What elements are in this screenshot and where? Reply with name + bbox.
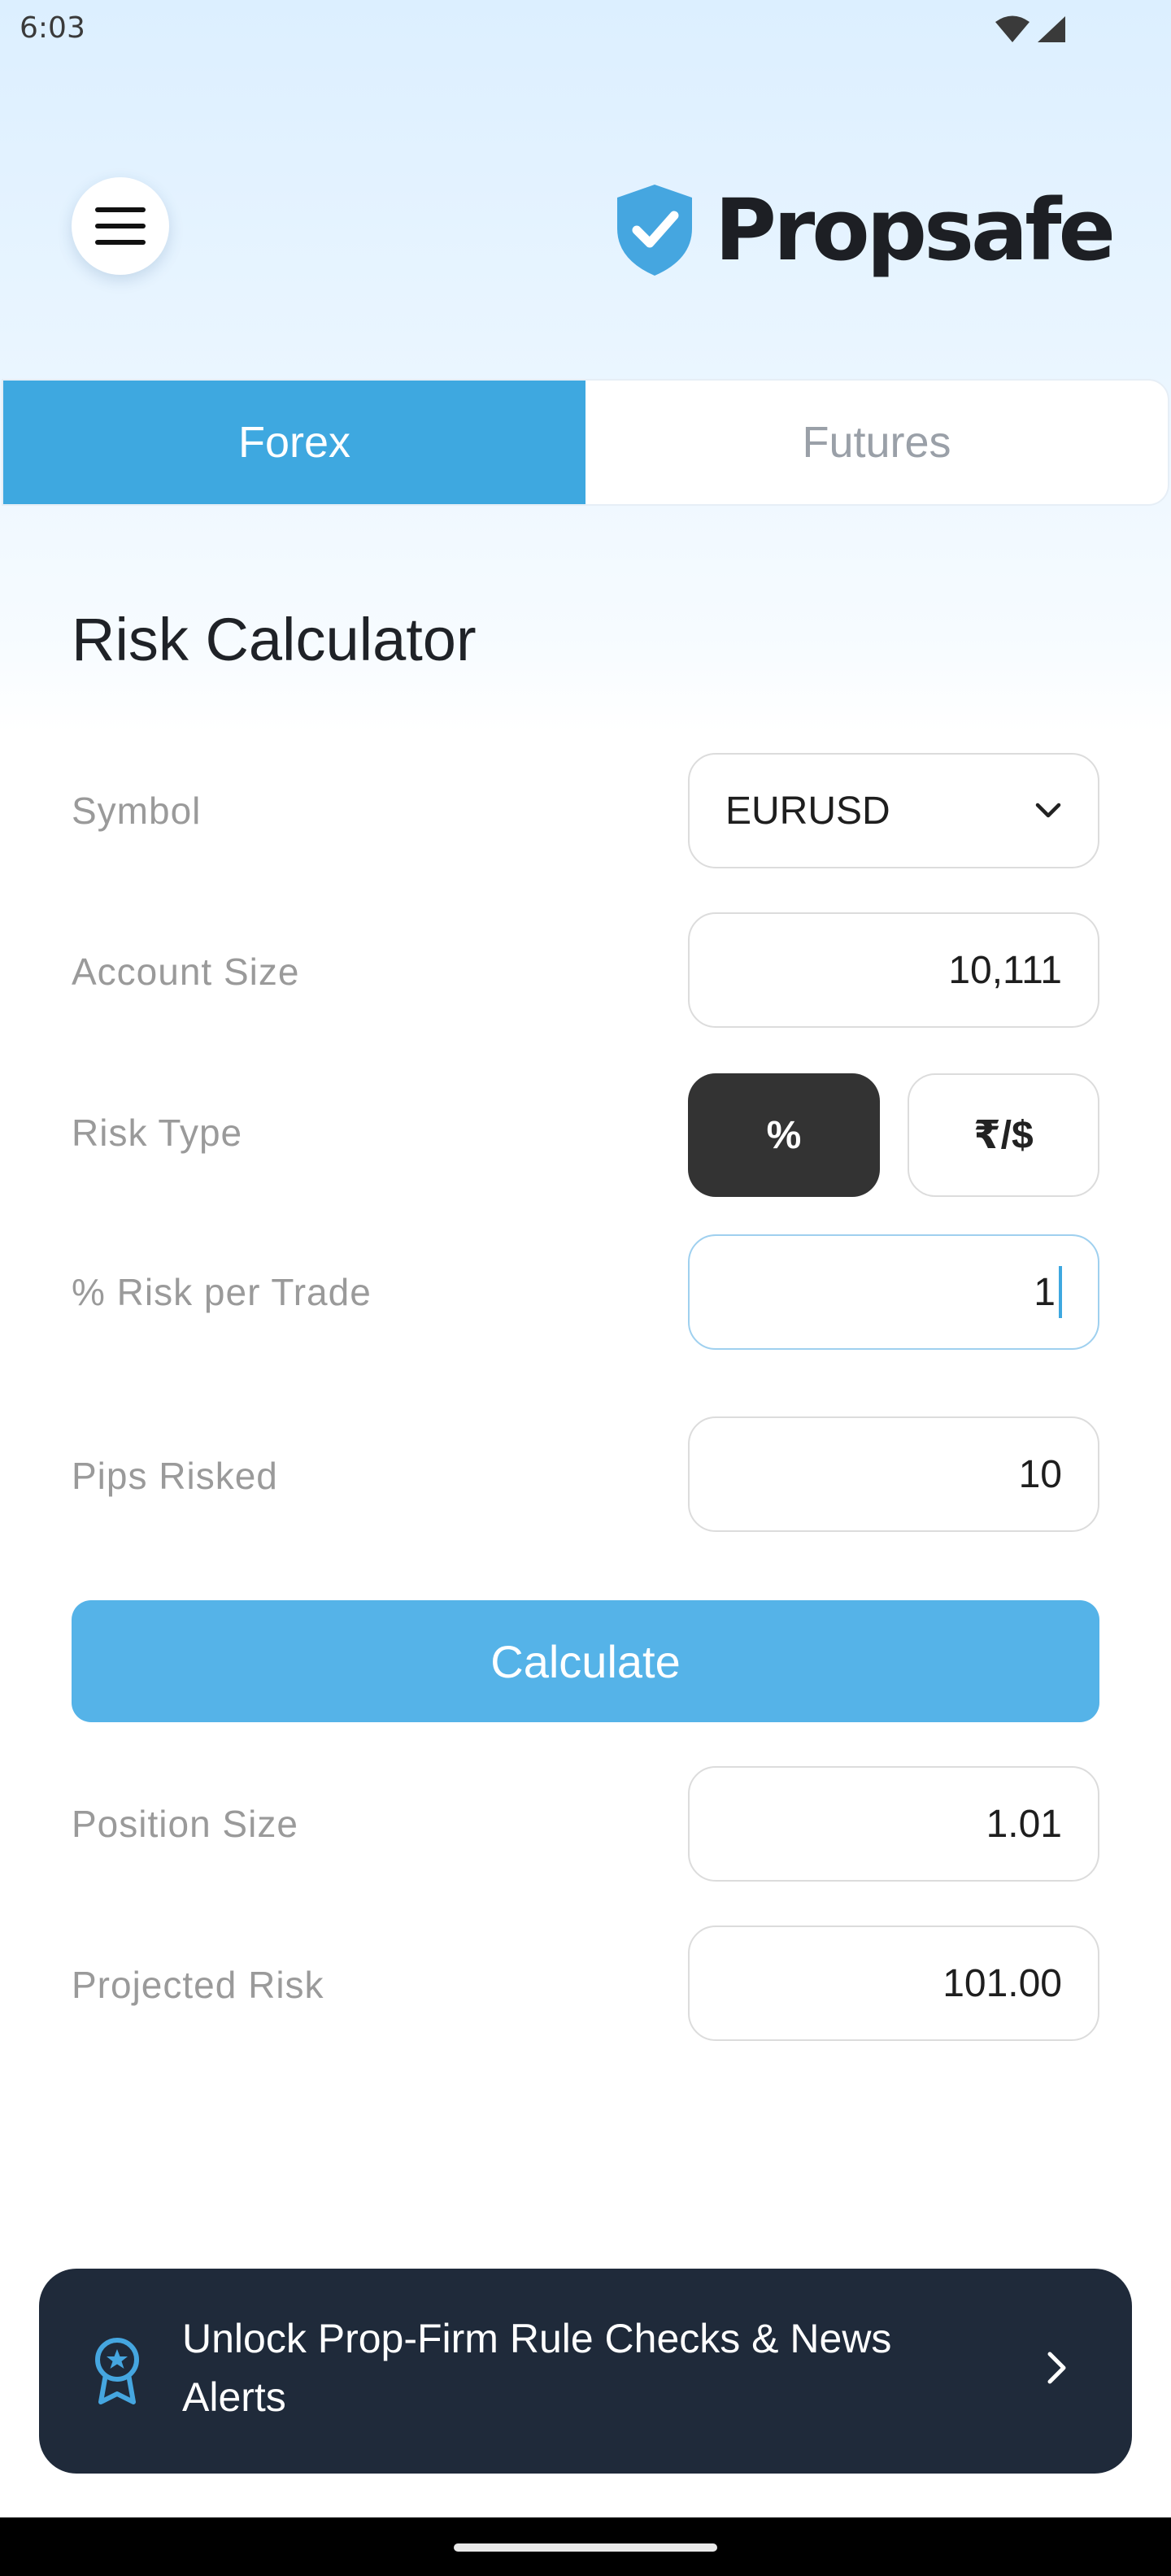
status-time: 6:03	[20, 11, 85, 45]
account-size-label: Account Size	[72, 951, 300, 993]
risk-type-percent-button[interactable]: %	[688, 1073, 880, 1197]
risk-type-currency-button[interactable]: ₹/$	[908, 1073, 1099, 1197]
status-bar: 6:03	[0, 0, 1171, 65]
hamburger-menu-icon	[95, 207, 146, 245]
symbol-label: Symbol	[72, 790, 202, 832]
market-tabs: Forex Futures	[2, 379, 1169, 506]
chevron-down-icon	[1035, 803, 1061, 818]
tab-forex[interactable]: Forex	[3, 381, 586, 504]
brand-logo: Propsafe	[612, 181, 1116, 280]
projected-risk-value: 101.00	[942, 1961, 1062, 2005]
pips-risked-value: 10	[1018, 1452, 1062, 1496]
position-size-label: Position Size	[72, 1803, 298, 1845]
upgrade-banner[interactable]: Unlock Prop-Firm Rule Checks & News Aler…	[39, 2269, 1132, 2474]
risk-per-trade-label: % Risk per Trade	[72, 1271, 372, 1313]
account-size-input[interactable]: 10,111	[688, 912, 1099, 1028]
chevron-right-icon	[1047, 2352, 1066, 2384]
pips-risked-input[interactable]: 10	[688, 1416, 1099, 1532]
wifi-icon	[995, 15, 1030, 42]
position-size-output: 1.01	[688, 1766, 1099, 1882]
system-nav-bar	[0, 2517, 1171, 2576]
home-indicator[interactable]	[454, 2543, 717, 2552]
symbol-select[interactable]: EURUSD	[688, 753, 1099, 868]
status-icons	[994, 15, 1067, 44]
shield-check-icon	[616, 185, 692, 276]
award-badge-icon	[95, 2338, 139, 2404]
tab-futures[interactable]: Futures	[586, 381, 1168, 504]
projected-risk-output: 101.00	[688, 1925, 1099, 2041]
risk-type-label: Risk Type	[72, 1112, 243, 1154]
position-size-value: 1.01	[986, 1802, 1062, 1846]
banner-text: Unlock Prop-Firm Rule Checks & News Aler…	[182, 2316, 892, 2420]
account-size-value: 10,111	[948, 948, 1062, 992]
calculate-button[interactable]: Calculate	[72, 1600, 1099, 1722]
cellular-signal-icon	[1038, 16, 1065, 42]
symbol-value: EURUSD	[725, 789, 890, 833]
risk-per-trade-value: 1	[1034, 1270, 1056, 1314]
text-cursor	[1059, 1266, 1062, 1318]
menu-button[interactable]	[72, 177, 169, 275]
brand-name: Propsafe	[714, 181, 1116, 280]
projected-risk-label: Projected Risk	[72, 1964, 324, 2006]
pips-risked-label: Pips Risked	[72, 1455, 278, 1497]
page-title: Risk Calculator	[72, 606, 477, 673]
risk-per-trade-input[interactable]: 1	[688, 1234, 1099, 1350]
